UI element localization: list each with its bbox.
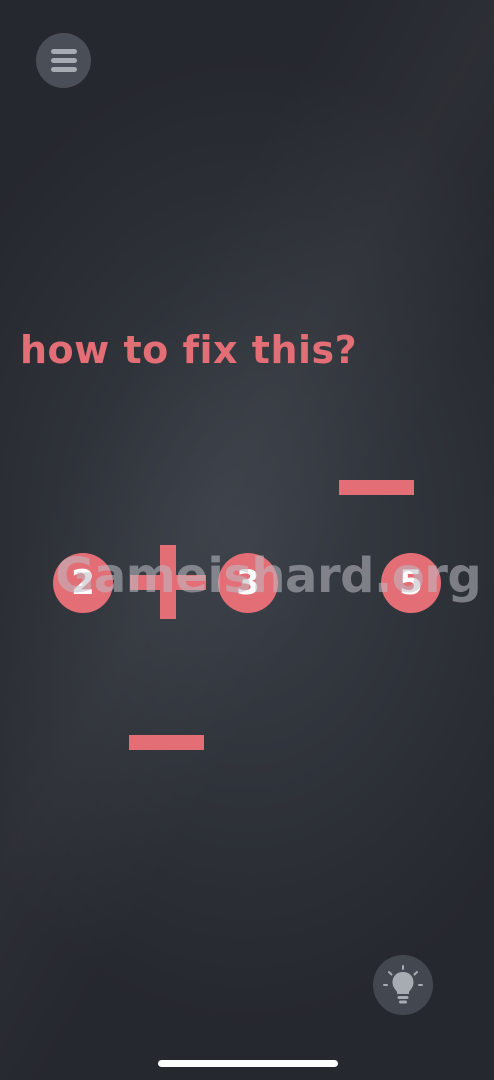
lightbulb-icon	[383, 965, 423, 1004]
number-token-3[interactable]: 3	[218, 553, 278, 613]
home-indicator[interactable]	[158, 1060, 338, 1067]
matchstick-bottom-loose[interactable]	[129, 735, 204, 750]
number-token-2[interactable]: 2	[53, 553, 113, 613]
hint-button[interactable]	[373, 955, 433, 1015]
puzzle-prompt: how to fix this?	[20, 328, 358, 372]
hamburger-menu-icon-line-2	[50, 58, 77, 63]
menu-button[interactable]	[36, 33, 91, 88]
background-sheen	[0, 0, 494, 1080]
matchstick-top-loose[interactable]	[339, 480, 414, 495]
number-token-5[interactable]: 5	[381, 553, 441, 613]
hamburger-menu-icon-line-3	[50, 67, 77, 72]
matchstick-plus-vertical[interactable]	[160, 545, 176, 619]
hamburger-menu-icon	[50, 49, 77, 54]
